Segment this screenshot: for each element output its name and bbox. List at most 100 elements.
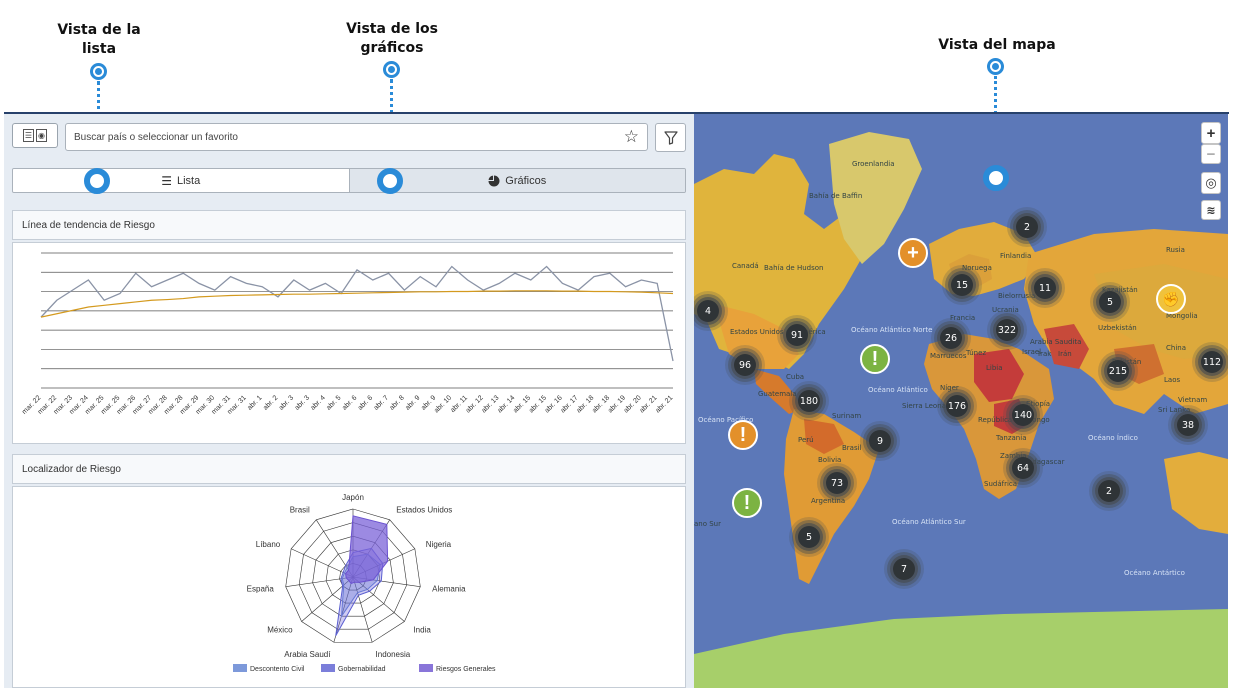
x-tick-label: abr. 2	[262, 394, 279, 411]
map-cluster-marker[interactable]: 15	[951, 274, 973, 296]
warning-alert-icon[interactable]: !	[728, 420, 758, 450]
map-place-label: Noruega	[962, 264, 992, 272]
map-cluster-marker[interactable]: 73	[826, 472, 848, 494]
tab-list-label: Lista	[177, 174, 201, 187]
x-tick-label: abr. 8	[388, 394, 405, 411]
radar-axis-label: España	[247, 584, 275, 593]
legend-swatch	[419, 664, 433, 672]
list-layout-icon: ☰	[23, 129, 34, 142]
map-place-label: Arabia Saudita	[1030, 338, 1082, 346]
map-place-label: Canadá	[732, 262, 759, 270]
map-cluster-marker[interactable]: 64	[1012, 457, 1034, 479]
search-field: ☆	[65, 123, 648, 151]
callout-map-dot	[987, 58, 1004, 75]
map-place-label: Brasil	[842, 444, 862, 452]
warning-alert-icon[interactable]: !	[860, 344, 890, 374]
locate-button[interactable]: ◎	[1201, 172, 1221, 194]
radar-axis-label: Indonesia	[376, 650, 411, 659]
map-cluster-marker[interactable]: 322	[996, 319, 1018, 341]
callout-list-view-label: Vista de la lista	[57, 22, 141, 57]
layers-button[interactable]: ≋	[1201, 200, 1221, 220]
locate-icon: ◎	[1205, 175, 1217, 190]
map-cluster-marker[interactable]: 26	[940, 327, 962, 349]
map-place-label: Estados Unidos de América	[730, 328, 826, 336]
list-callout-marker	[84, 168, 110, 194]
trend-line-chart: mar. 22mar. 22mar. 23mar. 24mar. 25mar. …	[21, 252, 674, 416]
map-cluster-marker[interactable]: 2	[1016, 216, 1038, 238]
map-cluster-marker[interactable]: 5	[798, 526, 820, 548]
map-place-label: Océano Atlántico Sur	[892, 518, 966, 526]
zoom-in-button[interactable]: +	[1201, 122, 1221, 144]
series-line-1	[40, 290, 674, 318]
map-cluster-marker[interactable]: 180	[798, 390, 820, 412]
map-place-label: Océano Índico	[1088, 434, 1138, 442]
map-callout-marker	[983, 165, 1009, 191]
map-place-label: Finlandia	[1000, 252, 1032, 260]
protest-alert-icon[interactable]: ✊	[1156, 284, 1186, 314]
x-tick-label: abr. 3	[294, 394, 311, 411]
radar-panel-title: Localizador de Riesgo	[22, 464, 121, 475]
layout-toggle-button[interactable]: ☰ ◉	[12, 123, 58, 148]
map-place-label: Níger	[940, 384, 959, 392]
map-place-label: Sri Lanka	[1158, 406, 1191, 414]
map-place-label: Bahía de Hudson	[764, 264, 824, 272]
map-place-label: Océano Atlántico Norte	[851, 326, 933, 334]
map-place-label: Laos	[1164, 376, 1181, 384]
map-cluster-marker[interactable]: 176	[946, 395, 968, 417]
map-place-label: Libia	[986, 364, 1003, 372]
favorite-star-icon[interactable]: ☆	[624, 127, 639, 147]
left-panel: ☰ ◉ ☆ ☰ Lista Gráficos Línea de tendenci…	[4, 114, 694, 688]
callout-map-view-label: Vista del mapa	[938, 37, 1056, 53]
map-cluster-marker[interactable]: 7	[893, 558, 915, 580]
map-place-label: Bolivia	[818, 456, 842, 464]
map-place-label: Surinam	[832, 412, 862, 420]
world-map[interactable]: + − ◎ ≋ + ! ! ! ✊ Groenlandia Bahía de Ba…	[694, 114, 1228, 688]
callout-charts-view-label: Vista de los gráficos	[346, 21, 438, 56]
map-place-label: Guatemala	[758, 390, 797, 398]
map-cluster-marker[interactable]: 2	[1098, 480, 1120, 502]
series-line-0	[40, 265, 674, 362]
map-cluster-marker[interactable]: 215	[1107, 360, 1129, 382]
x-tick-label: abr. 6	[341, 394, 358, 411]
map-cluster-marker[interactable]: 4	[697, 300, 719, 322]
map-cluster-marker[interactable]: 11	[1034, 277, 1056, 299]
map-place-label: Tanzania	[996, 434, 1027, 442]
map-place-label: ano Sur	[694, 520, 721, 528]
plus-alert-icon[interactable]: +	[898, 238, 928, 268]
map-place-label: Bielorrusia	[998, 292, 1036, 300]
trend-chart-panel: mar. 22 mar. 22 mar. 23 mar. 24 mar. 25 mar. …	[12, 242, 686, 444]
map-place-label: Sierra Leona	[902, 402, 946, 410]
map-place-label: Ucrania	[992, 306, 1019, 314]
warning-alert-icon[interactable]: !	[732, 488, 762, 518]
map-place-label: Océano Atlántico	[868, 386, 928, 394]
map-place-label: Túnez	[966, 349, 987, 357]
map-cluster-marker[interactable]: 91	[786, 324, 808, 346]
x-tick-label: abr. 5	[325, 394, 342, 411]
tab-charts-label: Gráficos	[505, 174, 547, 187]
legend-swatch	[233, 664, 247, 672]
map-cluster-marker[interactable]: 96	[734, 354, 756, 376]
radar-axis-label: Brasil	[290, 506, 310, 515]
x-tick-label: abr. 9	[404, 394, 421, 411]
list-icon: ☰	[161, 173, 172, 188]
map-cluster-marker[interactable]: 112	[1201, 351, 1223, 373]
tab-list[interactable]: ☰ Lista	[13, 169, 349, 192]
map-place-label: Marruecos	[930, 352, 967, 360]
map-cluster-marker[interactable]: 5	[1099, 291, 1121, 313]
radar-chart-panel: Japón Estados Unidos Nigeria Alemania India I…	[12, 486, 686, 688]
map-cluster-marker[interactable]: 38	[1177, 414, 1199, 436]
search-input[interactable]	[74, 129, 604, 146]
radar-axis-label: Japón	[342, 493, 364, 502]
zoom-out-button[interactable]: −	[1201, 144, 1221, 164]
x-tick-label: abr. 3	[278, 394, 295, 411]
map-cluster-marker[interactable]: 140	[1012, 404, 1034, 426]
map-place-label: Cuba	[786, 373, 805, 381]
map-place-label: Océano Antártico	[1124, 569, 1185, 577]
map-place-label: Uzbekistán	[1098, 324, 1137, 332]
callout-charts-dot	[383, 61, 400, 78]
map-place-label: Vietnam	[1178, 396, 1208, 404]
map-place-label: Rusia	[1166, 246, 1185, 254]
filter-button[interactable]	[655, 123, 686, 152]
map-cluster-marker[interactable]: 9	[869, 430, 891, 452]
layers-icon: ≋	[1206, 204, 1216, 217]
